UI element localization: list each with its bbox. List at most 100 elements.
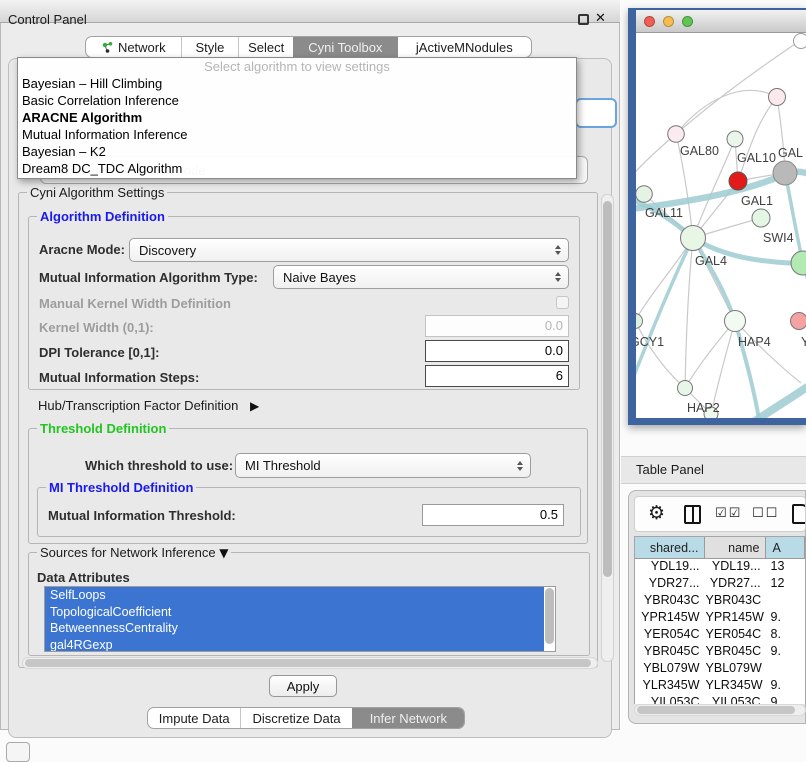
table-row[interactable]: YBR045CYBR045C9.: [635, 644, 805, 661]
algorithm-combobox[interactable]: [575, 98, 617, 128]
attribute-item[interactable]: BetweennessCentrality: [45, 620, 544, 637]
sources-expander[interactable]: Sources for Network Inference ▼: [37, 545, 231, 560]
close-traffic-light[interactable]: [644, 16, 655, 27]
dpi-tolerance-field[interactable]: 0.0: [425, 340, 569, 362]
floating-handle-button[interactable]: [6, 742, 30, 762]
tab-label: Infer Network: [370, 711, 447, 726]
gear-icon[interactable]: ⚙: [648, 502, 665, 524]
dropdown-item[interactable]: Bayesian – K2: [18, 143, 576, 160]
network-edge[interactable]: [685, 238, 693, 388]
table-toolbar: ⚙ ☑☑ ☐☐: [634, 496, 806, 532]
table-row[interactable]: YDL19...YDL19...13: [635, 559, 805, 576]
document-icon[interactable]: [792, 504, 806, 524]
network-edge[interactable]: [636, 238, 693, 321]
dropdown-item[interactable]: Mutual Information Inference: [18, 126, 576, 143]
tab-select[interactable]: Select: [238, 37, 293, 57]
table-row[interactable]: YBL079WYBL079W: [635, 661, 805, 678]
table-cell: YBR043C: [706, 593, 767, 610]
network-node[interactable]: [794, 34, 806, 49]
minimize-traffic-light[interactable]: [663, 16, 674, 27]
network-node[interactable]: [752, 209, 770, 227]
attribute-item[interactable]: gal4RGexp: [45, 637, 544, 653]
network-edge[interactable]: [676, 40, 801, 134]
mi-type-value: Naive Bayes: [283, 270, 356, 285]
deselect-all-checkboxes-icon[interactable]: ☐☐: [752, 506, 779, 521]
network-node[interactable]: [791, 313, 806, 330]
close-icon[interactable]: ✕: [595, 11, 606, 26]
network-node[interactable]: [727, 131, 743, 147]
table-cell: YER054C: [635, 627, 706, 644]
network-node[interactable]: [791, 251, 806, 275]
table-row[interactable]: YBR043CYBR043C: [635, 593, 805, 610]
tab-infer-network[interactable]: Infer Network: [352, 708, 464, 728]
network-node[interactable]: [725, 311, 746, 332]
select-all-checkboxes-icon[interactable]: ☑☑: [715, 506, 742, 521]
settings-hscrollbar[interactable]: [22, 657, 598, 669]
collapsed-arrow-icon: ▶: [250, 399, 259, 413]
network-node[interactable]: [769, 89, 786, 106]
aracne-mode-combobox[interactable]: Discovery: [129, 238, 569, 262]
table-row[interactable]: YIL053CYIL053C9: [635, 695, 805, 704]
zoom-traffic-light[interactable]: [682, 16, 693, 27]
control-panel-titlebar: [0, 0, 620, 23]
dropdown-item-selected[interactable]: ARACNE Algorithm: [18, 109, 576, 126]
network-node[interactable]: [636, 314, 643, 329]
network-edge[interactable]: [636, 134, 676, 178]
tab-discretize-data[interactable]: Discretize Data: [240, 708, 351, 728]
float-window-icon[interactable]: [578, 14, 589, 25]
table-row[interactable]: YER054CYER054C8.: [635, 627, 805, 644]
table-row[interactable]: YDR27...YDR27...12: [635, 576, 805, 593]
mi-threshold-group: MI Threshold Definition Mutual Informati…: [37, 487, 581, 537]
algorithm-definition-group: Algorithm Definition Aracne Mode: Discov…: [28, 216, 580, 390]
kernel-width-field[interactable]: 0.0: [425, 315, 569, 337]
network-node[interactable]: [678, 381, 693, 396]
columns-icon[interactable]: [684, 505, 701, 524]
table-row[interactable]: YPR145WYPR145W9.: [635, 610, 805, 627]
network-edge[interactable]: [738, 97, 777, 181]
table-cell: YDL19...: [635, 559, 706, 576]
table-row[interactable]: YLR345WYLR345W9.: [635, 678, 805, 695]
network-edge-highlighted[interactable]: [785, 173, 803, 263]
column-header-name[interactable]: name: [705, 537, 766, 559]
network-icon: [101, 41, 114, 54]
column-header-extra[interactable]: A: [766, 537, 805, 559]
tab-impute-data[interactable]: Impute Data: [148, 708, 240, 728]
network-canvas[interactable]: GALGAL80GAL10GAL1GAL11SWI4GAL4GCY1HAP4YH…: [636, 33, 806, 418]
network-node[interactable]: [681, 226, 706, 251]
network-edge[interactable]: [685, 321, 735, 388]
hub-definition-expander[interactable]: Hub/Transcription Factor Definition ▶: [38, 398, 259, 413]
tab-cyni-toolbox[interactable]: Cyni Toolbox: [293, 37, 397, 57]
table-hscrollbar[interactable]: [634, 704, 806, 716]
dropdown-item[interactable]: Dream8 DC_TDC Algorithm: [18, 160, 576, 177]
attributes-scrollbar[interactable]: [545, 588, 554, 644]
combo-arrows-icon: [555, 272, 561, 282]
which-threshold-combobox[interactable]: MI Threshold: [235, 453, 531, 478]
dropdown-placeholder[interactable]: Select algorithm to view settings: [18, 58, 576, 75]
manual-kernel-checkbox[interactable]: [556, 296, 569, 309]
network-node[interactable]: [668, 126, 685, 143]
attribute-item[interactable]: SelfLoops: [45, 587, 544, 604]
tab-style[interactable]: Style: [181, 37, 239, 57]
table-body: YDL19...YDL19...13YDR27...YDR27...12YBR0…: [635, 559, 805, 704]
settings-vscrollbar[interactable]: [601, 194, 614, 662]
network-node[interactable]: [636, 186, 652, 203]
attribute-item[interactable]: TopologicalCoefficient: [45, 604, 544, 621]
column-header-shared[interactable]: shared...: [635, 537, 705, 559]
tab-network[interactable]: Network: [86, 37, 181, 57]
apply-button[interactable]: Apply: [269, 675, 337, 697]
dropdown-item[interactable]: Basic Correlation Inference: [18, 92, 576, 109]
network-node[interactable]: [773, 161, 797, 185]
tab-jactivemnodules[interactable]: jActiveMNodules: [397, 37, 531, 57]
group-title: MI Threshold Definition: [46, 480, 196, 495]
table-cell: YDL19...: [706, 559, 767, 576]
group-title: Threshold Definition: [37, 421, 169, 436]
mi-threshold-field[interactable]: 0.5: [422, 504, 564, 526]
dropdown-item[interactable]: Bayesian – Hill Climbing: [18, 75, 576, 92]
table-cell: YBR045C: [635, 644, 706, 661]
mi-type-combobox[interactable]: Naive Bayes: [273, 265, 569, 289]
aracne-mode-label: Aracne Mode:: [39, 242, 125, 257]
network-node[interactable]: [729, 172, 747, 190]
mi-steps-field[interactable]: 6: [425, 365, 569, 387]
network-edge-highlighted[interactable]: [636, 238, 693, 383]
network-edge[interactable]: [676, 90, 777, 134]
